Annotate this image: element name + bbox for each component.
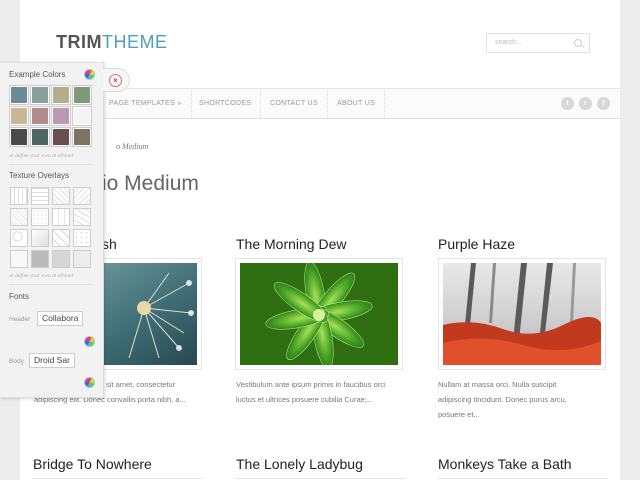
- texture-swatch[interactable]: [10, 187, 28, 205]
- color-wheel-icon[interactable]: [84, 336, 95, 347]
- texture-swatch[interactable]: [31, 208, 49, 226]
- red-forest-image: [443, 263, 601, 365]
- post-thumbnail-purple-haze[interactable]: [438, 258, 606, 370]
- post-title[interactable]: Bridge To Nowhere: [33, 456, 152, 472]
- divider: [438, 478, 608, 479]
- texture-swatch[interactable]: [73, 229, 91, 247]
- breadcrumb: o Medium: [116, 142, 149, 151]
- texture-swatch[interactable]: [73, 208, 91, 226]
- define-own-note: or define your own in ePanel: [9, 153, 74, 159]
- excerpt-line: luctus et ultrices posuere cubilia Curae…: [236, 395, 374, 404]
- nav-item-contact-us[interactable]: CONTACT US: [261, 89, 328, 118]
- color-swatch[interactable]: [51, 106, 71, 126]
- post-title[interactable]: Purple Haze: [438, 236, 515, 252]
- texture-swatch[interactable]: [31, 187, 49, 205]
- main-nav: PAGE TEMPLATES » SHORTCODES CONTACT US A…: [20, 88, 620, 119]
- texture-swatch[interactable]: [31, 229, 49, 247]
- logo-text-theme: THEME: [102, 32, 168, 52]
- excerpt-line: Nullam at massa orci. Nulla suscipit: [438, 380, 557, 389]
- post-title[interactable]: sh: [102, 236, 117, 252]
- color-swatch[interactable]: [30, 85, 50, 105]
- texture-swatch[interactable]: [73, 187, 91, 205]
- divider: [9, 284, 91, 285]
- texture-swatch[interactable]: [73, 250, 91, 268]
- color-swatch[interactable]: [30, 127, 50, 147]
- search-icon[interactable]: [574, 39, 582, 47]
- post-title[interactable]: The Morning Dew: [236, 236, 347, 252]
- color-swatch[interactable]: [30, 106, 50, 126]
- define-own-note: or define your own in ePanel: [9, 273, 74, 279]
- texture-swatch[interactable]: [10, 208, 28, 226]
- texture-swatch[interactable]: [10, 250, 28, 268]
- post-excerpt: Vestibulum ante ipsum primis in faucibus…: [236, 377, 408, 407]
- texture-swatch[interactable]: [52, 250, 70, 268]
- color-swatch[interactable]: [72, 85, 92, 105]
- epanel: Example Colors or define your own in ePa…: [0, 62, 104, 398]
- close-icon[interactable]: ×: [109, 74, 122, 87]
- post-title[interactable]: The Lonely Ladybug: [236, 456, 363, 472]
- fonts-heading: Fonts: [9, 292, 30, 301]
- excerpt-line: Vestibulum ante ipsum primis in faucibus…: [236, 380, 386, 389]
- texture-swatch[interactable]: [52, 208, 70, 226]
- leaf-plant-image: [240, 263, 398, 365]
- texture-overlays-heading: Texture Overlays: [9, 171, 70, 180]
- example-colors-heading: Example Colors: [9, 70, 66, 79]
- color-wheel-icon[interactable]: [84, 69, 95, 80]
- texture-swatch[interactable]: [10, 229, 28, 247]
- page-title: io Medium: [102, 172, 199, 195]
- excerpt-line: adipiscing tincidunt. Donec purus arcu,: [438, 395, 567, 404]
- nav-item-page-templates[interactable]: PAGE TEMPLATES »: [100, 89, 192, 118]
- divider: [33, 478, 203, 479]
- divider: [9, 164, 91, 165]
- nav-item-about-us[interactable]: ABOUT US: [328, 89, 386, 118]
- divider: [236, 478, 406, 479]
- texture-swatch[interactable]: [31, 250, 49, 268]
- color-swatch[interactable]: [9, 106, 29, 126]
- site-logo[interactable]: TRIMTHEME: [56, 32, 168, 53]
- color-wheel-icon[interactable]: [84, 377, 95, 388]
- color-swatch[interactable]: [72, 106, 92, 126]
- color-swatch[interactable]: [51, 85, 71, 105]
- texture-swatch[interactable]: [52, 187, 70, 205]
- body-font-select[interactable]: Droid Sar: [29, 353, 75, 368]
- header-font-select[interactable]: Collabora: [37, 311, 83, 326]
- texture-swatch[interactable]: [52, 229, 70, 247]
- body-font-label: Body: [9, 358, 24, 365]
- rss-icon[interactable]: r: [579, 97, 592, 110]
- header-font-label: Header: [9, 316, 31, 323]
- post-excerpt: Nullam at massa orci. Nulla suscipit adi…: [438, 377, 610, 422]
- color-swatch[interactable]: [51, 127, 71, 147]
- excerpt-line: posuere et...: [438, 410, 480, 419]
- facebook-icon[interactable]: f: [597, 97, 610, 110]
- color-swatch[interactable]: [9, 127, 29, 147]
- post-thumbnail-morning-dew[interactable]: [235, 258, 403, 370]
- epanel-close-button[interactable]: ×: [103, 68, 130, 92]
- twitter-icon[interactable]: t: [561, 97, 574, 110]
- search-placeholder: search...: [495, 39, 522, 46]
- color-swatch[interactable]: [72, 127, 92, 147]
- logo-text-trim: TRIM: [56, 32, 102, 52]
- nav-item-shortcodes[interactable]: SHORTCODES: [190, 89, 262, 118]
- color-swatch[interactable]: [9, 85, 29, 105]
- search-input[interactable]: search...: [486, 33, 590, 53]
- post-title[interactable]: Monkeys Take a Bath: [438, 456, 572, 472]
